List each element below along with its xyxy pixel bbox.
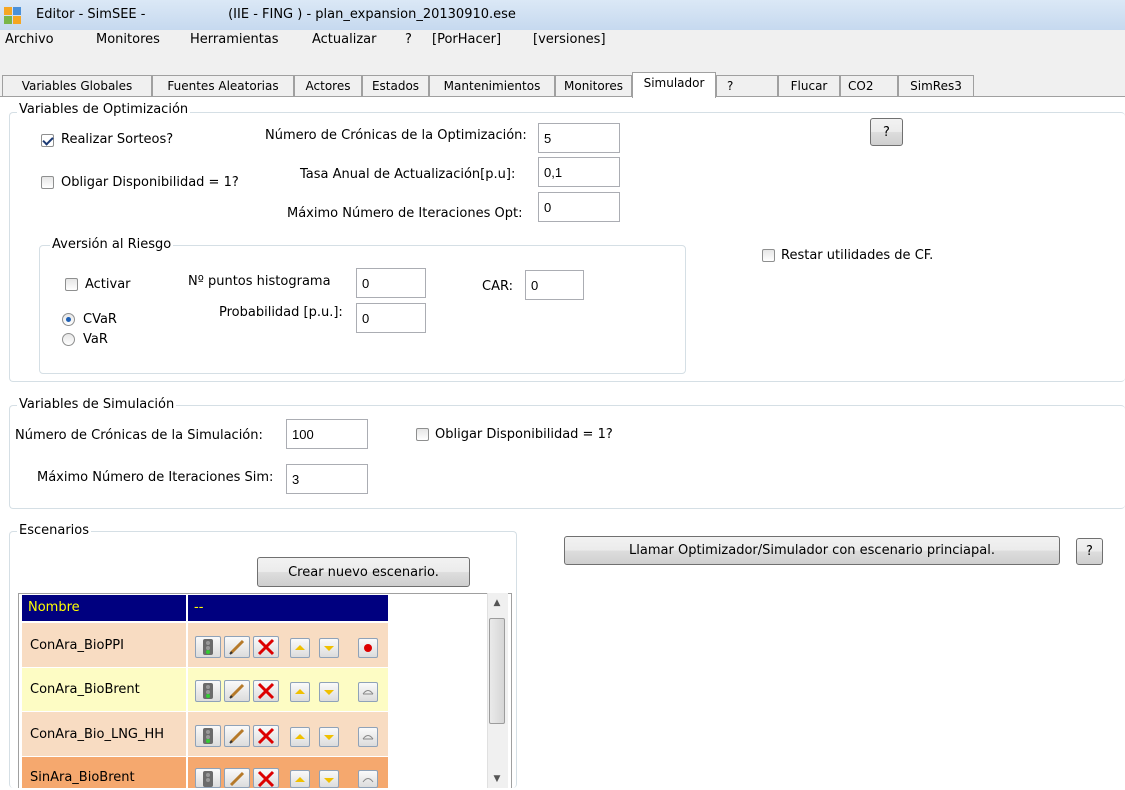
menu-actualizar[interactable]: Actualizar <box>312 32 376 47</box>
riesgo-title: Aversión al Riesgo <box>50 237 174 252</box>
escenarios-title: Escenarios <box>17 523 92 538</box>
restar-utilidades-checkbox[interactable] <box>762 249 775 262</box>
delete-icon[interactable] <box>253 725 279 747</box>
tab-variables-globales[interactable]: Variables Globales <box>2 75 152 97</box>
column-header-nombre: Nombre <box>22 595 186 621</box>
principal-unselected-icon[interactable] <box>358 770 378 788</box>
num-cronicas-opt-input[interactable] <box>538 123 620 153</box>
row-name: ConAra_BioBrent <box>30 682 140 697</box>
optimizacion-title: Variables de Optimización <box>17 102 191 117</box>
tasa-anual-label: Tasa Anual de Actualización[p.u]: <box>300 167 516 182</box>
var-label: VaR <box>83 332 108 347</box>
tab-simulador[interactable]: Simulador <box>632 72 716 98</box>
cvar-radio[interactable] <box>62 313 75 326</box>
activar-riesgo-label: Activar <box>85 277 131 292</box>
traffic-light-icon[interactable] <box>195 725 221 747</box>
max-iter-opt-label: Máximo Número de Iteraciones Opt: <box>287 206 523 221</box>
delete-icon[interactable] <box>253 680 279 702</box>
menu-bar: Archivo Monitores Herramientas Actualiza… <box>0 30 1125 52</box>
traffic-light-icon[interactable] <box>195 768 221 788</box>
window-title: Editor - SimSEE - (IIE - FING ) - plan_e… <box>36 7 516 22</box>
scroll-up-icon[interactable]: ▲ <box>491 598 503 610</box>
puntos-histograma-input[interactable] <box>356 268 426 298</box>
title-bar: Editor - SimSEE - (IIE - FING ) - plan_e… <box>0 0 1125 30</box>
probabilidad-label: Probabilidad [p.u.]: <box>219 305 343 320</box>
scroll-down-icon[interactable]: ▼ <box>491 774 503 786</box>
crear-escenario-button[interactable]: Crear nuevo escenario. <box>257 557 470 587</box>
realizar-sorteos-label: Realizar Sorteos? <box>61 132 174 147</box>
realizar-sorteos-checkbox[interactable] <box>41 134 54 147</box>
tab-co2[interactable]: CO2 <box>840 75 898 97</box>
obligar-disponibilidad-sim-checkbox[interactable] <box>416 428 429 441</box>
scroll-thumb[interactable] <box>489 618 505 724</box>
edit-pencil-icon[interactable] <box>224 768 250 788</box>
tab-flucar[interactable]: Flucar <box>778 75 840 97</box>
obligar-disponibilidad-opt-label: Obligar Disponibilidad = 1? <box>61 175 239 190</box>
move-up-icon[interactable] <box>290 638 310 658</box>
row-name: ConAra_Bio_LNG_HH <box>30 727 165 742</box>
llamar-optimizador-button[interactable]: Llamar Optimizador/Simulador con escenar… <box>564 536 1060 565</box>
probabilidad-input[interactable] <box>356 303 426 333</box>
tab-estados[interactable]: Estados <box>362 75 429 97</box>
obligar-disponibilidad-sim-label: Obligar Disponibilidad = 1? <box>435 427 613 442</box>
optimizacion-help-button[interactable]: ? <box>870 118 903 146</box>
num-cronicas-opt-label: Número de Crónicas de la Optimización: <box>265 128 527 143</box>
move-up-icon[interactable] <box>290 770 310 788</box>
menu-versiones[interactable]: [versiones] <box>533 32 606 47</box>
tab-strip: Variables Globales Fuentes Aleatorias Ac… <box>0 51 1125 98</box>
tab-fuentes-aleatorias[interactable]: Fuentes Aleatorias <box>152 75 294 97</box>
cvar-label: CVaR <box>83 312 117 327</box>
num-cronicas-sim-input[interactable] <box>286 419 368 449</box>
app-logo-icon <box>4 7 22 25</box>
var-radio[interactable] <box>62 333 75 346</box>
restar-utilidades-label: Restar utilidades de CF. <box>781 248 934 263</box>
column-header-actions: -- <box>188 595 388 621</box>
move-down-icon[interactable] <box>319 770 339 788</box>
tab-monitores[interactable]: Monitores <box>555 75 632 97</box>
menu-herramientas[interactable]: Herramientas <box>190 32 279 47</box>
puntos-histograma-label: Nº puntos histograma <box>188 274 331 289</box>
traffic-light-icon[interactable] <box>195 636 221 658</box>
move-down-icon[interactable] <box>319 727 339 747</box>
car-label: CAR: <box>482 279 513 294</box>
obligar-disponibilidad-opt-checkbox[interactable] <box>41 176 54 189</box>
simulacion-title: Variables de Simulación <box>17 397 177 412</box>
menu-porhacer[interactable]: [PorHacer] <box>432 32 501 47</box>
traffic-light-icon[interactable] <box>195 680 221 702</box>
principal-unselected-icon[interactable] <box>358 727 378 747</box>
tab-mantenimientos[interactable]: Mantenimientos <box>429 75 555 97</box>
tab-simres3[interactable]: SimRes3 <box>898 75 974 97</box>
principal-unselected-icon[interactable] <box>358 682 378 702</box>
num-cronicas-sim-label: Número de Crónicas de la Simulación: <box>15 428 263 443</box>
grid-divider <box>186 623 188 788</box>
move-down-icon[interactable] <box>319 638 339 658</box>
tasa-anual-input[interactable] <box>538 157 620 187</box>
menu-archivo[interactable]: Archivo <box>5 32 54 47</box>
tab-actores[interactable]: Actores <box>294 75 362 97</box>
activar-riesgo-checkbox[interactable] <box>65 278 78 291</box>
max-iter-sim-input[interactable] <box>286 464 368 494</box>
move-down-icon[interactable] <box>319 682 339 702</box>
llamar-help-button[interactable]: ? <box>1076 538 1103 565</box>
delete-icon[interactable] <box>253 768 279 788</box>
move-up-icon[interactable] <box>290 727 310 747</box>
delete-icon[interactable] <box>253 636 279 658</box>
move-up-icon[interactable] <box>290 682 310 702</box>
edit-pencil-icon[interactable] <box>224 636 250 658</box>
principal-selected-icon[interactable] <box>358 638 378 658</box>
max-iter-opt-input[interactable] <box>538 192 620 222</box>
menu-help[interactable]: ? <box>405 32 412 47</box>
menu-monitores[interactable]: Monitores <box>96 32 160 47</box>
car-input[interactable] <box>525 270 584 300</box>
tab-help[interactable]: ? <box>716 75 778 97</box>
edit-pencil-icon[interactable] <box>224 680 250 702</box>
edit-pencil-icon[interactable] <box>224 725 250 747</box>
simulacion-group <box>9 405 1125 509</box>
max-iter-sim-label: Máximo Número de Iteraciones Sim: <box>37 470 274 485</box>
row-name: SinAra_BioBrent <box>30 770 135 785</box>
row-name: ConAra_BioPPI <box>30 638 124 653</box>
